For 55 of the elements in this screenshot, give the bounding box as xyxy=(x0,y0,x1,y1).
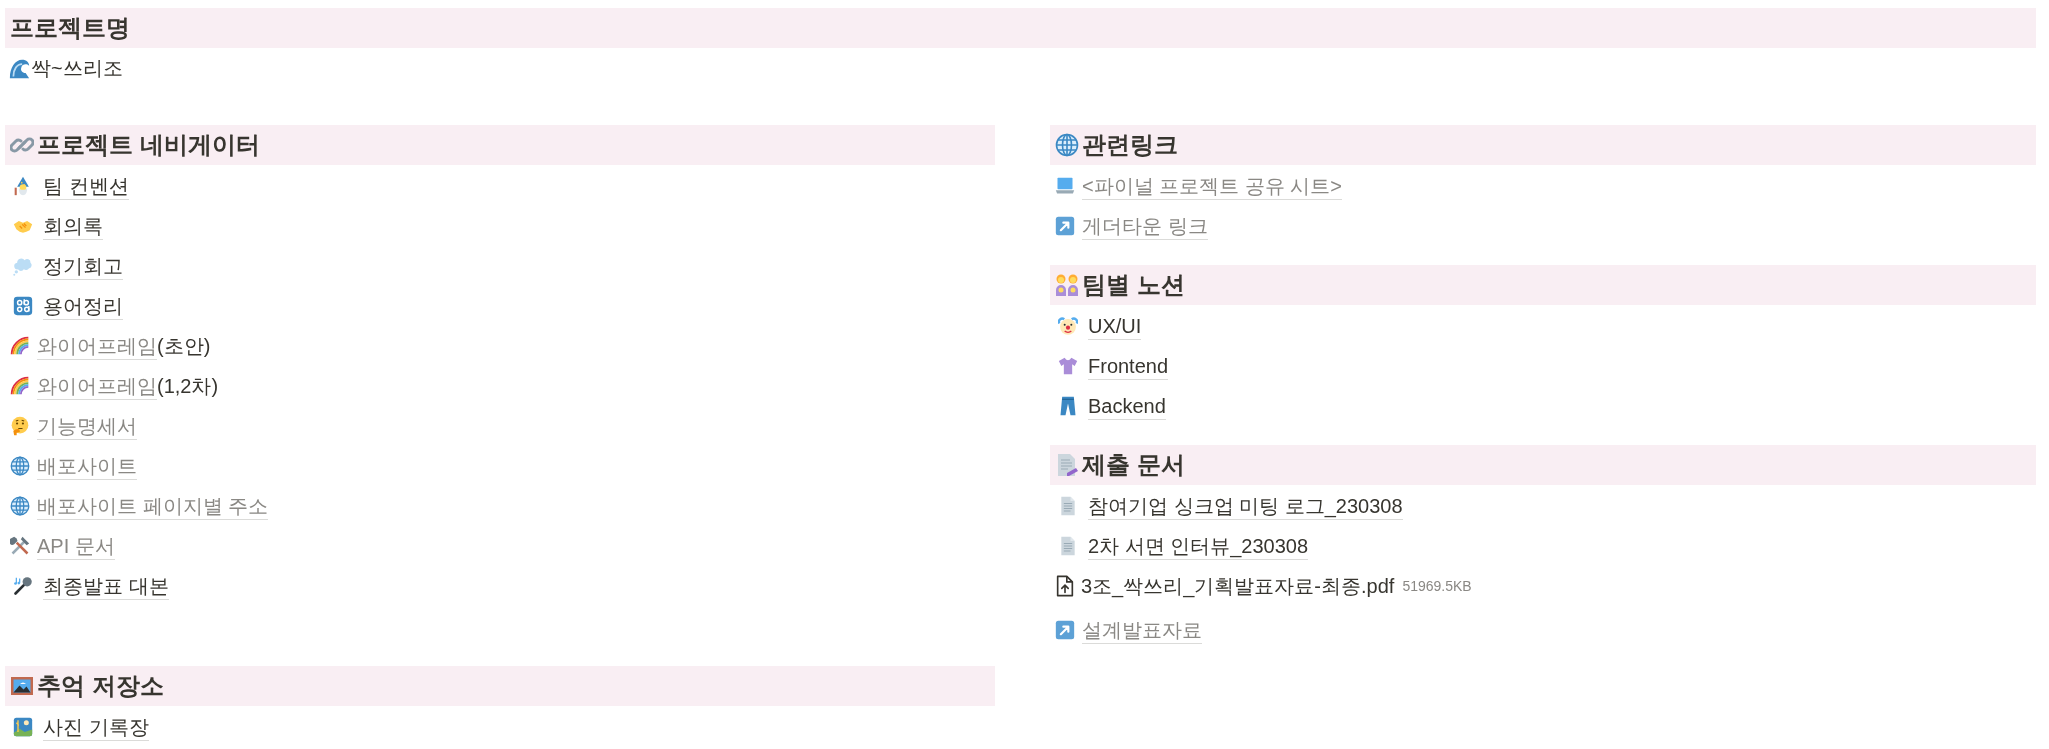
arrow-tile-icon xyxy=(1055,216,1075,236)
section-heading: 팀별 노션 xyxy=(1082,270,1185,300)
section-heading: 프로젝트명 xyxy=(10,13,130,43)
web-link[interactable]: 와이어프레임 xyxy=(37,372,157,400)
rainbow-icon xyxy=(10,336,30,356)
page-link[interactable]: 사진 기록장 xyxy=(43,713,149,741)
globe-icon xyxy=(1055,133,1079,157)
wave-icon xyxy=(9,58,30,79)
arrow-tile-icon xyxy=(1055,620,1075,640)
globe-icon xyxy=(10,456,30,476)
landscape-tile-icon xyxy=(13,717,33,737)
clown-face-icon xyxy=(1058,316,1078,336)
framed-picture-icon xyxy=(10,674,34,698)
project-name-text: 싹~쓰리조 xyxy=(31,56,123,81)
document-pen-icon xyxy=(1055,453,1079,477)
section-heading: 제출 문서 xyxy=(1082,450,1185,480)
letter-tile-icon xyxy=(13,296,33,316)
web-link[interactable]: 배포사이트 페이지별 주소 xyxy=(37,492,269,520)
web-link[interactable]: 게더타운 링크 xyxy=(1082,212,1208,240)
rainbow-icon xyxy=(10,376,30,396)
page-link[interactable]: 팀 컨벤션 xyxy=(43,172,129,200)
file-upload-icon xyxy=(1054,575,1076,597)
section-heading: 추억 저장소 xyxy=(37,671,164,701)
web-link[interactable]: API 문서 xyxy=(37,532,115,560)
page-link[interactable]: 2차 서면 인터뷰_230308 xyxy=(1088,532,1309,560)
globe-icon xyxy=(10,496,30,516)
thought-bubble-icon xyxy=(13,256,33,276)
document-icon xyxy=(1058,496,1078,516)
web-link[interactable]: 와이어프레임 xyxy=(37,332,157,360)
jeans-icon xyxy=(1058,396,1078,416)
document-icon xyxy=(1058,536,1078,556)
page-link[interactable]: 참여기업 싱크업 미팅 로그_230308 xyxy=(1088,492,1403,520)
web-link[interactable]: 기능명세서 xyxy=(37,412,137,440)
page-link[interactable]: 최종발표 대본 xyxy=(43,572,169,600)
page-link[interactable]: 정기회고 xyxy=(43,252,123,280)
page-link[interactable]: 회의록 xyxy=(43,212,103,240)
link-suffix-text: (초안) xyxy=(157,334,211,359)
microphone-icon xyxy=(13,576,33,596)
section-heading: 프로젝트 네비게이터 xyxy=(37,130,260,160)
web-link[interactable]: 배포사이트 xyxy=(37,452,137,480)
section-heading: 관련링크 xyxy=(1082,130,1178,160)
page-link[interactable]: Backend xyxy=(1088,392,1166,420)
laptop-icon xyxy=(1055,176,1075,196)
file-name[interactable]: 3조_싹쓰리_기획발표자료-최종.pdf xyxy=(1081,573,1395,599)
web-link[interactable]: <파이널 프로젝트 공유 시트> xyxy=(1082,172,1343,200)
thinking-face-icon xyxy=(10,416,30,436)
page-link[interactable]: Frontend xyxy=(1088,352,1169,380)
link-suffix-text: (1,2차) xyxy=(157,374,219,399)
file-size-text: 51969.5KB xyxy=(1402,578,1472,594)
hammer-wrench-icon xyxy=(10,536,30,556)
shirt-icon xyxy=(1058,356,1078,376)
family-icon xyxy=(1055,273,1079,297)
page-link[interactable]: 용어정리 xyxy=(43,292,123,320)
web-link[interactable]: 설계발표자료 xyxy=(1082,616,1202,644)
page-link[interactable]: UX/UI xyxy=(1088,312,1142,340)
